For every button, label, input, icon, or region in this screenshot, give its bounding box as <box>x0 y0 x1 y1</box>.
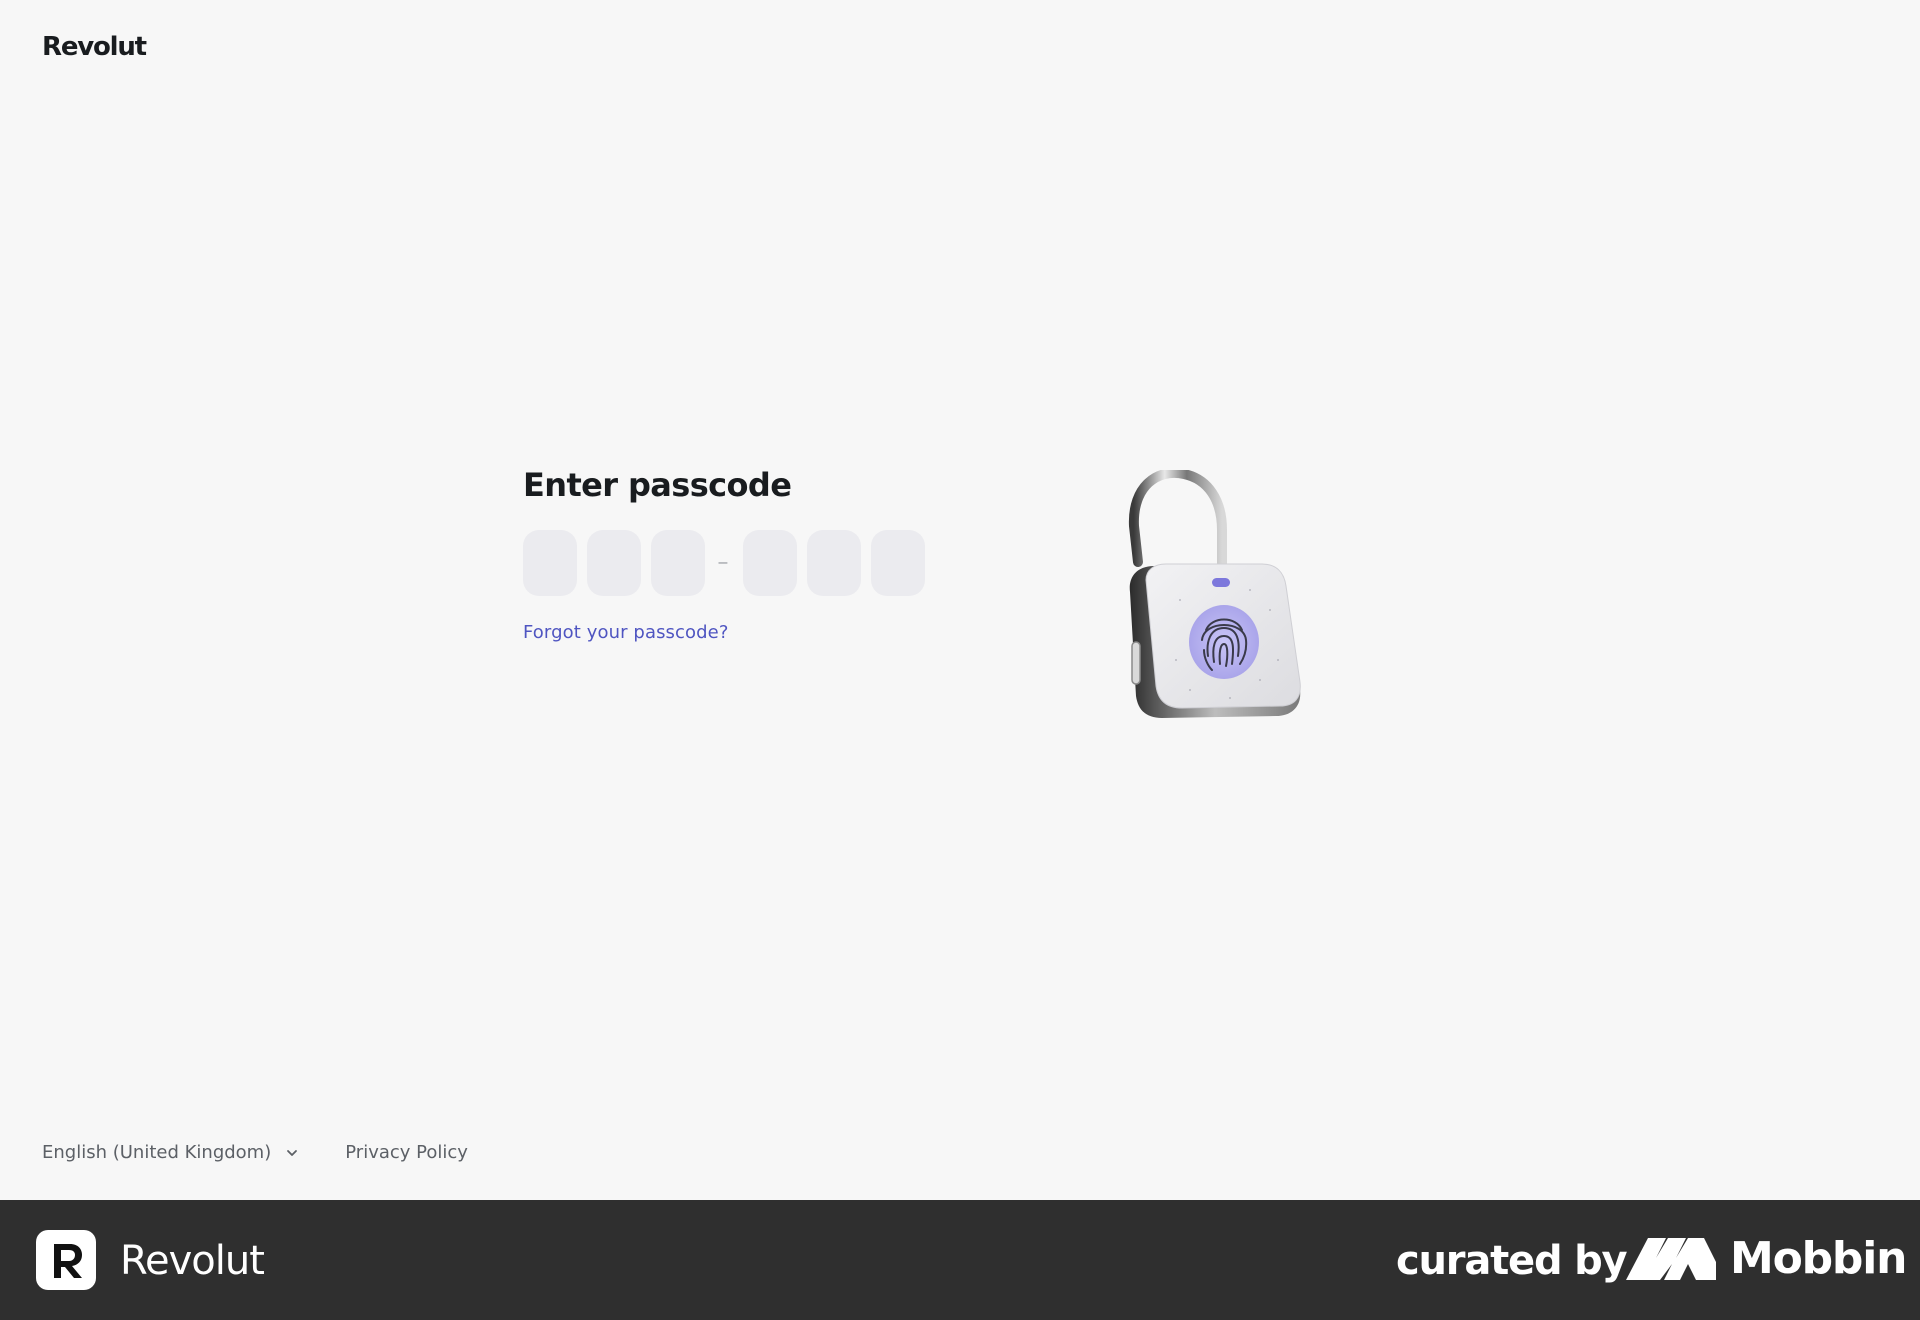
revolut-app-icon <box>36 1230 96 1290</box>
passcode-inputs: – <box>523 530 943 596</box>
curated-by-label: curated by <box>1396 1238 1628 1284</box>
passcode-digit-2[interactable] <box>587 530 641 596</box>
mobbin-logo-icon <box>1626 1238 1716 1280</box>
forgot-passcode-link[interactable]: Forgot your passcode? <box>523 622 729 643</box>
passcode-digit-3[interactable] <box>651 530 705 596</box>
privacy-policy-link[interactable]: Privacy Policy <box>345 1142 468 1163</box>
passcode-digit-4[interactable] <box>743 530 797 596</box>
language-selector[interactable]: English (United Kingdom) <box>42 1142 299 1163</box>
passcode-form: Enter passcode – Forgot your passcode? <box>523 462 943 643</box>
page-title: Enter passcode <box>523 466 792 504</box>
fingerprint-padlock-icon <box>1110 467 1350 740</box>
passcode-digit-1[interactable] <box>523 530 577 596</box>
mobbin-banner: Revolut curated by Mobbin <box>0 1200 1920 1320</box>
language-label: English (United Kingdom) <box>42 1142 272 1163</box>
revolut-logo[interactable]: Revolut <box>42 32 147 62</box>
chevron-down-icon <box>287 1149 298 1156</box>
login-page: Revolut Enter passcode – Forgot your pas… <box>0 0 1920 1200</box>
passcode-separator: – <box>718 554 728 571</box>
app-name: Revolut <box>120 1238 265 1284</box>
mobbin-brand: Mobbin <box>1730 1233 1907 1284</box>
passcode-digit-6[interactable] <box>871 530 925 596</box>
footer-links: English (United Kingdom) Privacy Policy <box>42 1142 468 1163</box>
passcode-digit-5[interactable] <box>807 530 861 596</box>
